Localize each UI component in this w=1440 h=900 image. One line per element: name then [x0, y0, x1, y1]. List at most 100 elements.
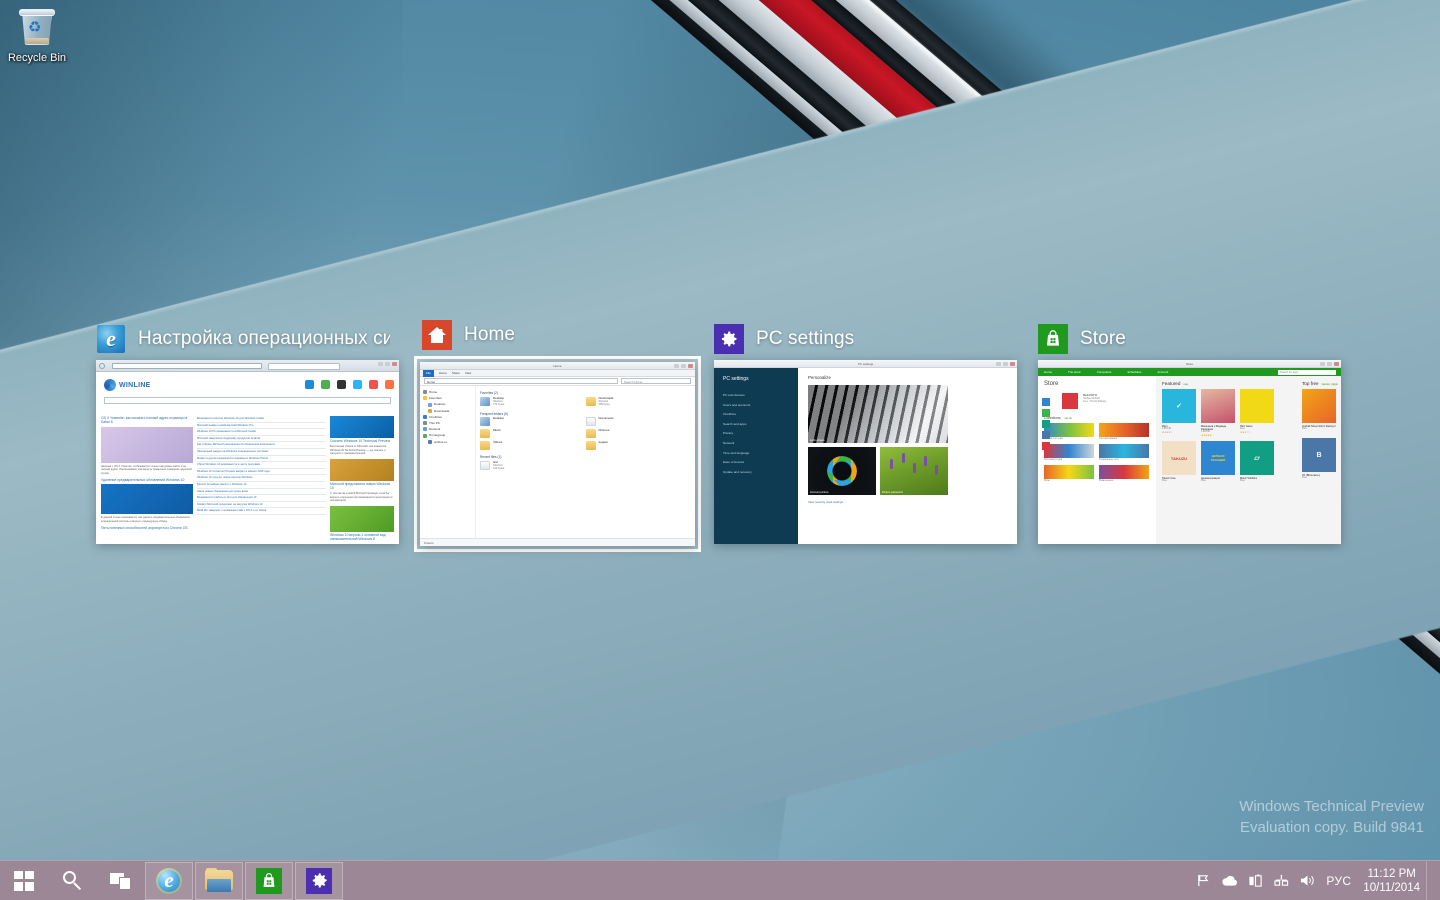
task-view-frame-store[interactable]: Store Home The store Computers Schedules… — [1038, 360, 1341, 544]
show-desktop-button[interactable] — [1426, 861, 1434, 900]
task-view-thumbnail-home[interactable]: Home File Home Share View Home Search Ho… — [420, 362, 695, 546]
task-view-overlay: e Настройка операционных систе... — [0, 300, 1440, 560]
task-view-window-pcsettings[interactable]: PC settings PC settings PC settings PC a… — [714, 318, 1017, 544]
explorer-item[interactable]: DownloadsShortcut165 bytes — [586, 397, 692, 407]
task-view-window-home[interactable]: Home Home File Home Share View Hom — [414, 314, 701, 552]
store-nav-bar[interactable]: Home The store Computers Schedules Accou… — [1038, 368, 1341, 376]
pcsettings-nav-item[interactable]: Network — [723, 439, 798, 449]
explorer-status-bar: 9 items — [420, 538, 695, 546]
store-app-tile[interactable]: ЦЕПНАЯРЕАКЦИЯ Цепная реакция Free — [1201, 441, 1235, 483]
pcsettings-nav-item[interactable]: Update and recovery — [723, 468, 798, 478]
store-nav-item[interactable]: The store — [1068, 370, 1081, 374]
explorer-nav-pane[interactable]: Home Favorites Desktop Downloads OneDriv… — [420, 386, 476, 538]
watermark-line-1: Windows Technical Preview — [1239, 796, 1424, 817]
internet-explorer-icon: e — [96, 324, 126, 354]
network-icon[interactable] — [1268, 861, 1294, 900]
ie-page-content: WINLINE OS X Y — [96, 372, 399, 544]
explorer-item[interactable]: Pictures — [586, 429, 692, 438]
explorer-item[interactable]: testShortcut100 bytes — [480, 461, 586, 471]
ie-tab[interactable] — [268, 363, 340, 371]
store-search-input[interactable]: Search for apps — [1278, 370, 1336, 375]
store-app-tile[interactable]: ▱ Meloz Subtitles Free — [1240, 441, 1274, 483]
store-app-tile[interactable]: B VK (ВКонтакте) Free — [1302, 438, 1336, 480]
start-button[interactable] — [0, 861, 48, 900]
task-view-header-pcsettings: PC settings — [714, 318, 1017, 360]
store-nav-item[interactable]: Home — [1044, 370, 1052, 374]
explorer-search[interactable]: Search Home — [621, 378, 691, 384]
task-view-title-ie: Настройка операционных систе... — [138, 328, 390, 350]
explorer-address-bar[interactable]: Home Search Home — [420, 377, 695, 386]
explorer-item[interactable]: Desktop — [480, 417, 586, 426]
store-nav-item[interactable]: Schedules — [1127, 370, 1141, 374]
pcsettings-nav-item[interactable]: Users and accounts — [723, 401, 798, 411]
explorer-item[interactable]: DesktopShortcut172 bytes — [480, 397, 586, 407]
clock-time: 11:12 PM — [1363, 867, 1420, 881]
store-app-tile[interactable]: ✓ Zilen 1.815,45 ★★★★☆ — [1162, 389, 1196, 437]
gear-icon — [306, 868, 332, 894]
action-center-flag-icon[interactable] — [1190, 861, 1216, 900]
task-view-title-pcsettings: PC settings — [756, 328, 854, 350]
pcsettings-nav-item[interactable]: Search and apps — [723, 420, 798, 430]
shopping-bag-glyph — [1043, 329, 1063, 349]
store-nav-item[interactable]: Computers — [1097, 370, 1112, 374]
store-right-panel: Featurednew ✓ Zilen 1.815,45 ★★★★☆ — [1156, 376, 1341, 544]
clock[interactable]: 11:12 PM 10/11/2014 — [1361, 867, 1426, 895]
task-view-thumbnail-pcsettings[interactable]: PC settings PC settings PC and devices U… — [714, 360, 1017, 544]
task-view-frame-pcsettings[interactable]: PC settings PC settings PC and devices U… — [714, 360, 1017, 544]
store-page-title: Store — [1044, 381, 1150, 387]
desktop-icon-recycle-bin[interactable]: ♻ Recycle Bin — [6, 6, 68, 65]
task-view-icon — [110, 873, 130, 889]
pcsettings-picture-password-tile[interactable]: Picture password — [880, 447, 948, 495]
pcsettings-section-title: Personalize — [808, 375, 1007, 380]
ie-site-search[interactable] — [104, 397, 391, 404]
store-app-tile[interactable]: Машенька и Медведь Раскраска 1.915,50 ★★… — [1201, 389, 1235, 437]
task-view-thumbnail-store[interactable]: Store Home The store Computers Schedules… — [1038, 360, 1341, 544]
task-view-frame-home[interactable]: Home File Home Share View Home Search Ho… — [414, 356, 701, 552]
battery-icon[interactable] — [1242, 861, 1268, 900]
store-app-tile[interactable]: TAKUZU Takuzu Free Free — [1162, 441, 1196, 483]
explorer-item[interactable]: яндекс — [586, 441, 692, 450]
task-view-window-store[interactable]: Store Store Home The store Computers Sch… — [1038, 318, 1341, 544]
store-nav-item[interactable]: Account — [1157, 370, 1168, 374]
explorer-ribbon[interactable]: File Home Share View — [420, 370, 695, 377]
store-app-tile[interactable]: Asphalt Street Storm Racing 2 Free — [1302, 389, 1336, 434]
explorer-title-bar: Home — [420, 362, 695, 370]
ie-link-list: Возможности версии Windows 10 для Window… — [197, 416, 326, 544]
explorer-item[interactable]: Music — [480, 429, 586, 438]
task-view-window-ie[interactable]: e Настройка операционных систе... — [96, 318, 399, 544]
volume-icon[interactable] — [1294, 861, 1320, 900]
taskbar-item-store[interactable] — [245, 862, 293, 900]
taskbar-item-pc-settings[interactable] — [295, 862, 343, 900]
task-view-frame-ie[interactable]: WINLINE OS X Y — [96, 360, 399, 544]
task-view-title-home: Home — [464, 324, 515, 346]
ie-address-bar[interactable] — [112, 363, 262, 369]
explorer-item[interactable]: Videos — [480, 441, 586, 450]
store-topfree-title: Top freeGames | Apps — [1302, 381, 1341, 386]
pcsettings-nav-item[interactable]: Privacy — [723, 429, 798, 439]
pcsettings-nav-item[interactable]: PC and devices — [723, 391, 798, 401]
pcsettings-nav-item[interactable]: Ease of Access — [723, 458, 798, 468]
recycle-bin-icon: ♻ — [15, 6, 59, 50]
pcsettings-nav-item[interactable]: Time and language — [723, 449, 798, 459]
store-app-tile[interactable]: TEC Game Free ★★★☆☆ — [1240, 389, 1274, 437]
task-view-button[interactable] — [96, 861, 144, 900]
pcsettings-nav-title: PC settings — [723, 376, 798, 382]
store-left-panel: Store Мой КОТЭ — [1038, 376, 1156, 544]
taskbar-item-file-explorer[interactable] — [195, 862, 243, 900]
onedrive-cloud-icon[interactable] — [1216, 861, 1242, 900]
taskbar-item-internet-explorer[interactable]: e — [145, 862, 193, 900]
explorer-group-header: Favorites (2) — [480, 391, 691, 395]
language-indicator[interactable]: РУС — [1320, 874, 1361, 888]
store-featured-app[interactable]: Мой КОТЭ Ла Бан Мобайл Free · 25,012 Rat… — [1062, 393, 1150, 409]
ie-toolbar — [96, 360, 399, 372]
pcsettings-account-picture-tile[interactable]: Account picture — [808, 447, 876, 495]
explorer-item[interactable]: Documents — [586, 417, 692, 426]
search-button[interactable] — [48, 861, 96, 900]
pcsettings-nav-pane[interactable]: PC settings PC and devices Users and acc… — [714, 368, 798, 544]
pcsettings-nav-item[interactable]: OneDrive — [723, 410, 798, 420]
taskbar: e — [0, 860, 1440, 900]
task-view-thumbnail-ie[interactable]: WINLINE OS X Y — [96, 360, 399, 544]
explorer-path[interactable]: Home — [424, 378, 618, 384]
pcsettings-lock-screen-tile[interactable]: Lock screen — [808, 385, 948, 443]
pcsettings-recent-link[interactable]: View recently used settings — [808, 500, 1007, 504]
